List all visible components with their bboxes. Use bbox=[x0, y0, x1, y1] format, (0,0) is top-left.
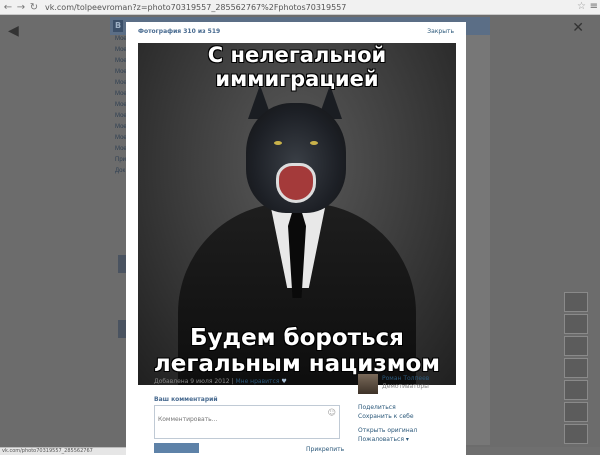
wolf-eye bbox=[310, 141, 318, 145]
strip-thumbnail[interactable] bbox=[564, 424, 588, 444]
photo[interactable]: С нелегальной иммиграцией Будем бороться… bbox=[138, 43, 456, 385]
background-sidebar-item: Док bbox=[115, 168, 126, 174]
strip-thumbnail[interactable] bbox=[564, 314, 588, 334]
background-sidebar-item: Мое bbox=[115, 102, 127, 108]
strip-thumbnail[interactable] bbox=[564, 380, 588, 400]
wolf-eye bbox=[274, 141, 282, 145]
browser-toolbar: ← → ↻ vk.com/tolpeevroman?z=photo7031955… bbox=[0, 0, 600, 15]
background-sidebar-item: Мое bbox=[115, 58, 127, 64]
menu-icon[interactable]: ≡ bbox=[590, 1, 598, 12]
strip-thumbnail[interactable] bbox=[564, 336, 588, 356]
reload-icon[interactable]: ↻ bbox=[29, 1, 39, 14]
modal-header: Фотография 310 из 519 Закрыть bbox=[126, 22, 466, 40]
strip-thumbnail[interactable] bbox=[564, 402, 588, 422]
photo-date: Добавлена 9 июля 2012 bbox=[154, 378, 230, 385]
background-sidebar-item: Мое bbox=[115, 91, 127, 97]
star-icon[interactable]: ☆ bbox=[577, 1, 586, 12]
chevron-down-icon: ▾ bbox=[405, 436, 409, 443]
photo-info: Добавлена 9 июля 2012 | Мне нравится ♥ bbox=[154, 378, 287, 385]
arrow-right-icon[interactable]: → bbox=[16, 1, 26, 14]
share-link[interactable]: Поделиться bbox=[358, 404, 396, 411]
report-link[interactable]: Пожаловаться ▾ bbox=[358, 436, 409, 443]
status-bar: vk.com/photo70319557_285562767 bbox=[0, 447, 126, 455]
info-separator: | bbox=[231, 378, 234, 385]
close-link[interactable]: Закрыть bbox=[427, 28, 454, 35]
photo-caption-bottom: Будем бороться легальным нацизмом bbox=[153, 325, 441, 378]
author-avatar[interactable] bbox=[358, 374, 378, 394]
thumbnail-strip bbox=[564, 292, 588, 452]
album-link[interactable]: Демотиваторы bbox=[382, 383, 429, 390]
background-sidebar-item: Мое bbox=[115, 146, 127, 152]
background-sidebar-item: Мое bbox=[115, 124, 127, 130]
arrow-left-icon[interactable]: ← bbox=[3, 1, 13, 14]
photo-counter: Фотография 310 из 519 bbox=[138, 27, 221, 35]
photo-caption-top: С нелегальной иммиграцией bbox=[207, 43, 387, 92]
background-sidebar-item: Мое bbox=[115, 80, 127, 86]
like-button[interactable]: Мне нравится bbox=[235, 378, 279, 385]
background-sidebar-item: Мое bbox=[115, 36, 127, 42]
background-sidebar-item: Мое bbox=[115, 135, 127, 141]
background-sidebar-item: Мое bbox=[115, 113, 127, 119]
photo-viewer-modal: Фотография 310 из 519 Закрыть С нелегаль… bbox=[126, 22, 466, 455]
address-bar[interactable]: vk.com/tolpeevroman?z=photo70319557_2855… bbox=[45, 3, 346, 12]
wolf-mouth bbox=[276, 163, 316, 203]
save-link[interactable]: Сохранить к себе bbox=[358, 413, 414, 420]
send-button[interactable] bbox=[154, 443, 199, 453]
report-label: Пожаловаться bbox=[358, 436, 404, 443]
background-sidebar-item: Мое bbox=[115, 47, 127, 53]
vk-logo: В bbox=[113, 20, 123, 32]
prev-photo-arrow-icon[interactable]: ◀ bbox=[8, 23, 19, 39]
comment-input[interactable] bbox=[158, 416, 318, 423]
smile-icon[interactable]: ☺ bbox=[328, 408, 336, 417]
open-original-link[interactable]: Открыть оригинал bbox=[358, 427, 417, 434]
close-viewer-icon[interactable]: ✕ bbox=[572, 20, 584, 36]
heart-icon[interactable]: ♥ bbox=[281, 378, 286, 385]
comment-box[interactable]: ☺ bbox=[154, 405, 340, 439]
author-name[interactable]: Роман Толпеев bbox=[382, 375, 429, 382]
strip-thumbnail[interactable] bbox=[564, 292, 588, 312]
comment-label: Ваш комментарий bbox=[154, 396, 218, 403]
strip-thumbnail[interactable] bbox=[564, 358, 588, 378]
background-sidebar-item: Мое bbox=[115, 69, 127, 75]
attach-link[interactable]: Прикрепить bbox=[306, 446, 344, 453]
